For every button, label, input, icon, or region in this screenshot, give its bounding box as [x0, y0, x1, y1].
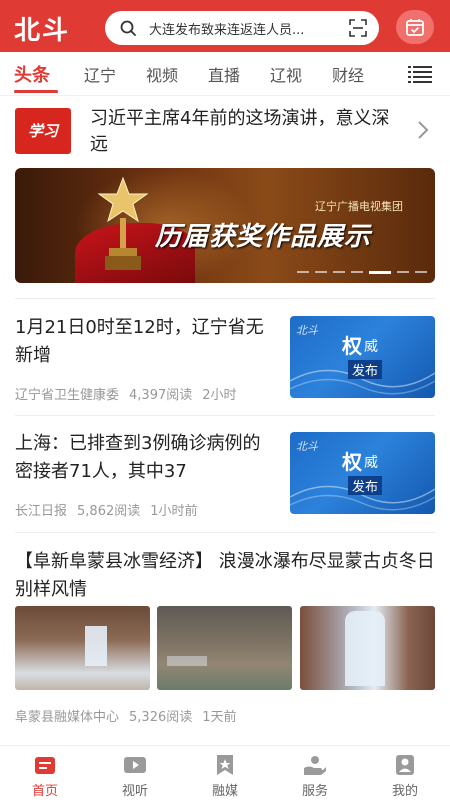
tab-video[interactable]: 视频 [146, 62, 178, 86]
ice-decoration [167, 656, 207, 666]
carousel-dot[interactable] [415, 271, 427, 273]
bottom-tab-media[interactable]: 融媒 [180, 746, 270, 800]
thumb-char-wei: 威 [364, 339, 378, 355]
carousel-dot[interactable] [351, 271, 363, 273]
calendar-button[interactable] [396, 10, 434, 44]
news-reads: 5,862阅读 [77, 504, 141, 519]
thumb-char-quan: 权 [342, 450, 362, 474]
bottom-tab-service[interactable]: 服务 [270, 746, 360, 800]
service-hand-icon [304, 756, 326, 775]
bottom-tab-mine[interactable]: 我的 [360, 746, 450, 800]
profile-icon [396, 755, 414, 775]
bottom-navigation: 首页 视听 融媒 服务 我的 [0, 745, 450, 800]
thumb-watermark: 北斗 [296, 324, 318, 337]
chevron-right-icon [418, 121, 429, 139]
thumb-char-quan: 权 [342, 334, 362, 358]
banner-title: 历届获奖作品展示 [155, 222, 372, 252]
search-bar[interactable]: 大连发布致来连返连人员... [105, 11, 379, 45]
scan-icon[interactable] [349, 19, 367, 37]
news-meta: 长江日报 5,862阅读 1小时前 [15, 500, 208, 519]
thumb-text-fabu: 发布 [348, 476, 383, 495]
search-placeholder-text: 大连发布致来连返连人员... [149, 23, 305, 38]
gallery-reads: 5,326阅读 [129, 710, 193, 725]
bottom-tab-av[interactable]: 视听 [90, 746, 180, 800]
news-source: 长江日报 [15, 504, 68, 519]
ice-decoration [345, 611, 385, 686]
news-time: 2小时 [202, 388, 237, 403]
calendar-check-icon [406, 19, 424, 36]
news-title: 1月21日0时至12时，辽宁省无新增 [15, 317, 264, 366]
thumb-char-wei: 威 [364, 455, 378, 471]
thumb-text-fabu: 发布 [348, 360, 383, 379]
divider [15, 532, 435, 533]
news-source: 辽宁省卫生健康委 [15, 388, 120, 403]
search-icon [120, 20, 136, 36]
gallery-meta: 阜蒙县融媒体中心 5,326阅读 1天前 [15, 706, 247, 725]
featured-title: 习近平主席4年前的这场演讲，意义深远 [90, 108, 390, 155]
ice-decoration [85, 626, 107, 666]
tab-headlines[interactable]: 头条 [14, 61, 50, 87]
active-tab-indicator [14, 90, 58, 93]
banner-carousel[interactable]: 辽宁广播电视集团 历届获奖作品展示 [15, 168, 435, 283]
carousel-dot[interactable] [333, 271, 345, 273]
news-time: 1小时前 [150, 504, 198, 519]
home-news-icon [35, 757, 55, 774]
gallery-image-2[interactable] [157, 606, 292, 690]
menu-icon[interactable] [408, 65, 432, 83]
bottom-tab-home[interactable]: 首页 [0, 746, 90, 800]
bottom-tab-label: 视听 [121, 784, 148, 799]
news-title: 上海：已排查到3例确诊病例的密接者71人，其中37 [15, 433, 261, 482]
gallery-image-3[interactable] [300, 606, 435, 690]
gallery-image-1[interactable] [15, 606, 150, 690]
channel-tabs: 头条 辽宁 视频 直播 辽视 财经 [0, 52, 450, 96]
featured-article[interactable]: 学习 习近平主席4年前的这场演讲，意义深远 [0, 100, 450, 162]
tab-liaoning[interactable]: 辽宁 [84, 62, 116, 86]
news-reads: 4,397阅读 [129, 388, 193, 403]
news-meta: 辽宁省卫生健康委 4,397阅读 2小时 [15, 384, 247, 403]
divider [15, 298, 435, 299]
carousel-dot[interactable] [297, 271, 309, 273]
divider [15, 415, 435, 416]
banner-org-name: 辽宁广播电视集团 [315, 200, 403, 213]
carousel-dot-active[interactable] [369, 271, 391, 274]
tab-liaoshi[interactable]: 辽视 [270, 62, 302, 86]
carousel-dot[interactable] [397, 271, 409, 273]
bottom-tab-label: 首页 [31, 784, 58, 799]
gallery-time: 1天前 [202, 710, 237, 725]
bottom-tab-label: 服务 [301, 784, 328, 799]
app-logo: 北斗 [14, 16, 71, 46]
news-thumbnail: 北斗 权 威 发布 [290, 432, 435, 514]
thumb-watermark: 北斗 [296, 440, 318, 453]
bookmark-star-icon [217, 755, 233, 775]
tab-live[interactable]: 直播 [208, 62, 240, 86]
xuexi-badge: 学习 [15, 108, 71, 154]
bottom-tab-label: 融媒 [211, 784, 238, 799]
video-play-icon [124, 757, 146, 773]
gallery-title[interactable]: 【阜新阜蒙县冰雪经济】 浪漫冰瀑布尽显蒙古贞冬日别样风情 [15, 548, 435, 604]
tab-finance[interactable]: 财经 [332, 62, 364, 86]
trophy-icon [97, 176, 149, 270]
news-thumbnail: 北斗 权 威 发布 [290, 316, 435, 398]
app-header: 北斗 大连发布致来连返连人员... [0, 0, 450, 52]
carousel-dot[interactable] [315, 271, 327, 273]
gallery-source: 阜蒙县融媒体中心 [15, 710, 120, 725]
bottom-tab-label: 我的 [391, 784, 418, 799]
